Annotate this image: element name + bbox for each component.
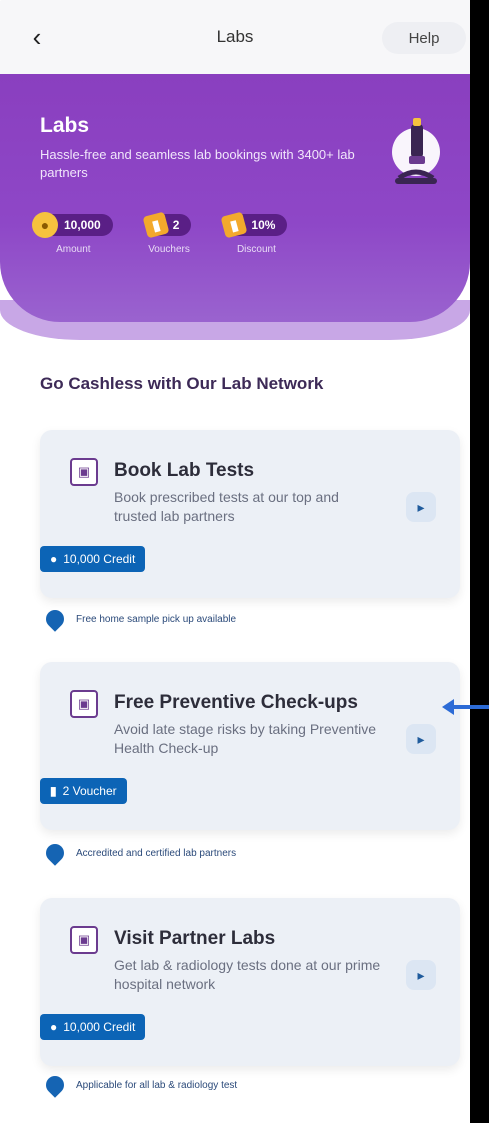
note-text: Free home sample pick up available bbox=[76, 613, 237, 625]
card-title: Free Preventive Check-ups bbox=[114, 692, 358, 713]
note-text: Accredited and certified lab partners bbox=[76, 847, 237, 859]
vouchers-pill: ▮ 2 bbox=[142, 211, 192, 239]
card-note: Accredited and certified lab partners bbox=[42, 840, 237, 866]
help-button[interactable]: Help bbox=[382, 22, 466, 54]
ticket-icon: ▮ bbox=[50, 784, 57, 798]
card-note: Applicable for all lab & radiology test bbox=[42, 1072, 238, 1098]
card-description: Get lab & radiology tests done at our pr… bbox=[114, 957, 381, 992]
drop-icon bbox=[42, 840, 68, 866]
drop-icon bbox=[42, 1072, 68, 1098]
coin-icon: ● bbox=[50, 552, 58, 566]
card-preventive-checkups[interactable]: ▣ Free Preventive Check-ups Avoid late s… bbox=[40, 662, 460, 830]
credit-badge: ● 10,000 Credit bbox=[40, 1014, 146, 1040]
microscope-icon bbox=[392, 118, 440, 184]
amount-label: Amount bbox=[56, 244, 91, 255]
top-bar: ‹ Labs Help bbox=[0, 0, 470, 74]
labs-screen: ‹ Labs Help Labs Hassle-free and seamles… bbox=[0, 0, 470, 1123]
card-description: Avoid late stage risks by taking Prevent… bbox=[114, 721, 376, 756]
hero-subtitle: Hassle-free and seamless lab bookings wi… bbox=[40, 147, 355, 180]
annotation-arrow-icon bbox=[442, 699, 489, 715]
hero-title: Labs bbox=[40, 114, 90, 137]
credit-badge: ● 10,000 Credit bbox=[40, 546, 146, 572]
vouchers-label: Vouchers bbox=[148, 244, 190, 255]
stat-vouchers: ▮ 2 Vouchers bbox=[142, 211, 192, 255]
card-visit-partner-labs[interactable]: ▣ Visit Partner Labs Get lab & radiology… bbox=[40, 898, 460, 1066]
badge-label: 10,000 Credit bbox=[63, 1020, 136, 1034]
drop-icon bbox=[42, 606, 68, 632]
hero-banner: Labs Hassle-free and seamless lab bookin… bbox=[0, 74, 470, 322]
section-title: Go Cashless with Our Lab Network bbox=[40, 374, 324, 393]
badge-label: 2 Voucher bbox=[62, 784, 117, 798]
chevron-right-icon[interactable]: ▸ bbox=[406, 960, 436, 990]
amount-pill: ● 10,000 bbox=[32, 212, 113, 238]
amount-value: 10,000 bbox=[64, 218, 101, 232]
card-book-lab-tests[interactable]: ▣ Book Lab Tests Book prescribed tests a… bbox=[40, 430, 460, 598]
chevron-right-icon[interactable]: ▸ bbox=[406, 724, 436, 754]
stat-amount: ● 10,000 Amount bbox=[32, 212, 113, 255]
coin-icon: ● bbox=[50, 1020, 58, 1034]
lab-test-icon: ▣ bbox=[70, 690, 98, 718]
card-note: Free home sample pick up available bbox=[42, 606, 237, 632]
note-text: Applicable for all lab & radiology test bbox=[76, 1079, 238, 1091]
discount-label: Discount bbox=[236, 244, 276, 255]
ticket-icon: ▮ bbox=[220, 211, 248, 239]
card-title: Book Lab Tests bbox=[114, 460, 255, 481]
screen-edge bbox=[470, 0, 489, 1123]
hero-stats: ● 10,000 Amount ▮ 2 Vouchers ▮ 10% Disco… bbox=[32, 211, 288, 255]
chevron-right-icon[interactable]: ▸ bbox=[406, 492, 436, 522]
lab-test-icon: ▣ bbox=[70, 926, 98, 954]
badge-label: 10,000 Credit bbox=[63, 552, 136, 566]
stat-discount: ▮ 10% Discount bbox=[220, 211, 288, 255]
ticket-icon: ▮ bbox=[142, 211, 170, 239]
discount-value: 10% bbox=[251, 218, 276, 232]
coin-icon: ● bbox=[32, 212, 58, 238]
vouchers-value: 2 bbox=[172, 218, 180, 232]
voucher-badge: ▮ 2 Voucher bbox=[40, 778, 127, 804]
card-title: Visit Partner Labs bbox=[114, 928, 276, 949]
card-description: Book prescribed tests at our top and tru… bbox=[114, 489, 339, 524]
discount-pill: ▮ 10% bbox=[220, 211, 288, 239]
lab-test-icon: ▣ bbox=[70, 458, 98, 486]
